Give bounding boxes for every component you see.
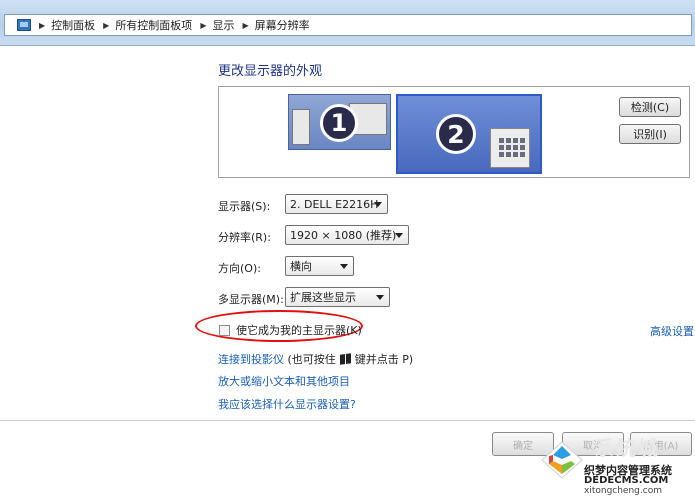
primary-display-label[interactable]: 使它成为我的主显示器(K) bbox=[236, 322, 362, 338]
multi-display-select-value: 扩展这些显示 bbox=[290, 291, 356, 304]
watermark-site-2: xitongcheng.com bbox=[584, 486, 662, 496]
chevron-right-icon[interactable]: ▶ bbox=[103, 21, 109, 30]
monitor-1[interactable]: 1 bbox=[288, 94, 391, 150]
primary-display-option[interactable]: 使它成为我的主显示器(K) bbox=[219, 322, 362, 338]
watermark-site: DEDECMS.COM bbox=[584, 475, 669, 486]
breadcrumb-display[interactable]: 显示 bbox=[212, 17, 234, 33]
projector-row: 连接到投影仪 (也可按住 键并点击 P) bbox=[218, 351, 413, 367]
watermark: 系统城 织梦内容管理系统 DEDECMS.COM xitongcheng.com bbox=[540, 432, 695, 499]
resolution-select-value: 1920 × 1080 (推荐) bbox=[290, 229, 397, 242]
chevron-right-icon[interactable]: ▶ bbox=[242, 21, 248, 30]
breadcrumb-all-items[interactable]: 所有控制面板项 bbox=[115, 17, 192, 33]
projector-link[interactable]: 连接到投影仪 bbox=[218, 353, 284, 366]
title-bar: ▶ 控制面板 ▶ 所有控制面板项 ▶ 显示 ▶ 屏幕分辨率 bbox=[0, 0, 695, 46]
identify-button[interactable]: 识别(I) bbox=[619, 124, 681, 144]
which-settings-link[interactable]: 我应该选择什么显示器设置? bbox=[218, 396, 356, 412]
advanced-settings-link[interactable]: 高级设置 bbox=[650, 323, 694, 339]
grid-icon bbox=[499, 138, 525, 157]
resolution-label: 分辨率(R): bbox=[218, 231, 271, 244]
text-size-link[interactable]: 放大或缩小文本和其他项目 bbox=[218, 373, 350, 389]
orientation-label: 方向(O): bbox=[218, 262, 261, 275]
primary-display-checkbox[interactable] bbox=[219, 324, 230, 336]
projector-note-start: (也可按住 bbox=[287, 353, 336, 366]
monitor-number-1: 1 bbox=[320, 104, 358, 142]
window-thumbnail bbox=[490, 128, 530, 168]
display-select-value: 2. DELL E2216H bbox=[290, 197, 379, 211]
breadcrumb: ▶ 控制面板 ▶ 所有控制面板项 ▶ 显示 ▶ 屏幕分辨率 bbox=[31, 17, 310, 33]
orientation-select[interactable]: 横向 bbox=[285, 256, 354, 276]
page-title: 更改显示器的外观 bbox=[218, 64, 323, 79]
breadcrumb-control-panel[interactable]: 控制面板 bbox=[51, 17, 95, 33]
dropdown-arrow-icon bbox=[395, 233, 403, 238]
footer-divider bbox=[0, 420, 695, 421]
chevron-right-icon[interactable]: ▶ bbox=[200, 21, 206, 30]
display-label: 显示器(S): bbox=[218, 200, 271, 213]
orientation-select-value: 横向 bbox=[290, 260, 312, 273]
dropdown-arrow-icon bbox=[374, 202, 382, 207]
monitor-number-2: 2 bbox=[436, 114, 476, 154]
watermark-brand: 系统城 bbox=[594, 436, 660, 460]
multi-display-label: 多显示器(M): bbox=[218, 293, 284, 306]
windows-flag-logo-icon bbox=[541, 441, 583, 479]
windows-logo-icon bbox=[339, 353, 351, 365]
dropdown-arrow-icon bbox=[340, 264, 348, 269]
control-panel-icon bbox=[17, 19, 31, 31]
projector-note-end: 键并点击 P) bbox=[354, 353, 414, 366]
address-bar[interactable]: ▶ 控制面板 ▶ 所有控制面板项 ▶ 显示 ▶ 屏幕分辨率 bbox=[4, 14, 692, 36]
breadcrumb-screen-resolution[interactable]: 屏幕分辨率 bbox=[255, 17, 310, 33]
monitor-preview: 1 2 检测(C) 识别(I) bbox=[218, 86, 690, 178]
dropdown-arrow-icon bbox=[376, 295, 384, 300]
chevron-right-icon[interactable]: ▶ bbox=[39, 21, 45, 30]
display-select[interactable]: 2. DELL E2216H bbox=[285, 194, 388, 214]
detect-button[interactable]: 检测(C) bbox=[619, 97, 681, 117]
window-thumbnail bbox=[292, 109, 310, 145]
multi-display-select[interactable]: 扩展这些显示 bbox=[285, 287, 390, 307]
monitor-2[interactable]: 2 bbox=[396, 94, 542, 174]
resolution-select[interactable]: 1920 × 1080 (推荐) bbox=[285, 225, 409, 245]
